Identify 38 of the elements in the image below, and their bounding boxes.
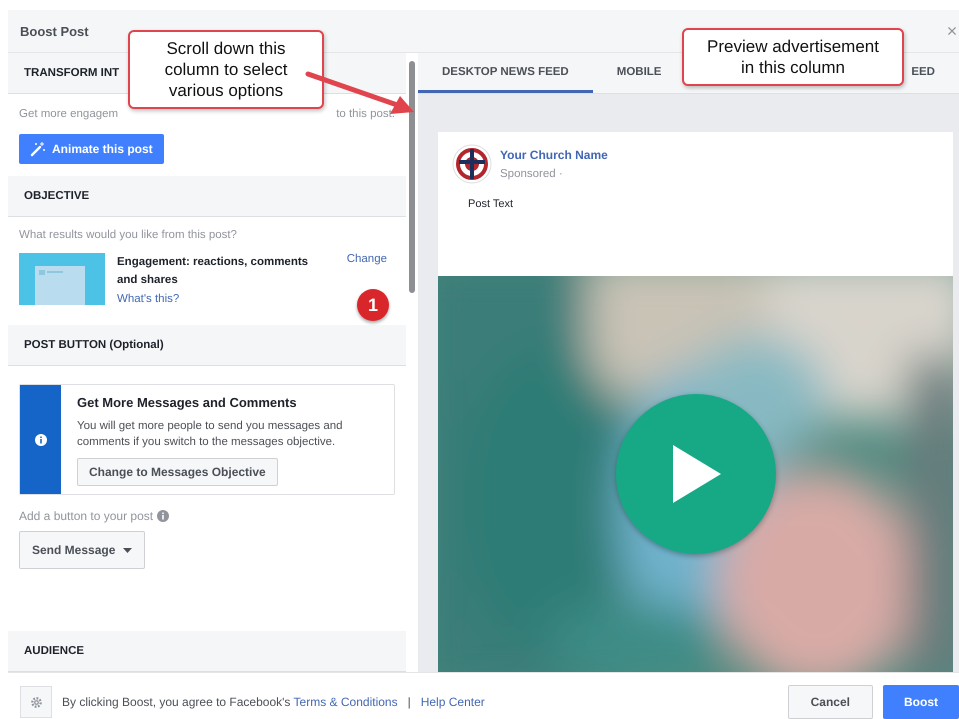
- section-heading: OBJECTIVE: [8, 176, 406, 217]
- section-heading: POST BUTTON (Optional): [8, 325, 406, 366]
- description-text: Get more engagem: [19, 108, 118, 120]
- cancel-button[interactable]: Cancel: [788, 685, 873, 719]
- help-link[interactable]: What's this?: [117, 293, 327, 305]
- separator-text: |: [408, 695, 411, 709]
- page-name-link[interactable]: Your Church Name: [500, 148, 608, 162]
- notice-text: You will get more people to send you messages and comments if you switch to the messages objective.: [77, 419, 344, 450]
- dialog-title: Boost Post: [20, 24, 89, 38]
- objective-thumbnail-icon: [19, 253, 105, 305]
- close-button[interactable]: ×: [945, 20, 959, 42]
- preview-tab[interactable]: EED: [911, 53, 959, 93]
- annotation-callout: Scroll down this column to select various options: [128, 30, 324, 109]
- change-link[interactable]: Change: [346, 253, 387, 265]
- info-icon: [157, 510, 170, 522]
- caret-icon: [123, 548, 132, 552]
- notice-title: Get More Messages and Comments: [77, 395, 298, 410]
- field-label: Add a button to your post: [19, 509, 154, 523]
- preview-tab[interactable]: DESKTOP NEWS FEED: [418, 53, 593, 93]
- magic-wand-icon: [30, 141, 46, 157]
- agreement-text: By clicking Boost, you agree to Facebook's Terms & Conditions: [62, 695, 398, 709]
- sponsored-label: Sponsored ·: [500, 168, 564, 180]
- description-text: to this post.: [336, 108, 395, 120]
- info-icon: [34, 434, 46, 446]
- change-objective-button[interactable]: Change to Messages Objective: [77, 458, 278, 486]
- boost-button[interactable]: Boost: [883, 685, 959, 719]
- post-text: Post Text: [467, 198, 514, 210]
- animate-button[interactable]: Animate this post: [19, 134, 164, 164]
- terms-link[interactable]: Terms & Conditions: [294, 695, 398, 709]
- question-text: What results would you like from this post?: [19, 229, 238, 241]
- annotation-callout: Preview advertisement in this column: [682, 28, 904, 86]
- settings-icon: [30, 696, 42, 708]
- help-center-link[interactable]: Help Center: [420, 695, 485, 709]
- section-heading: AUDIENCE: [8, 631, 406, 672]
- button-type-dropdown[interactable]: Send Message: [19, 531, 146, 569]
- settings-button[interactable]: [20, 686, 52, 718]
- objective-title: Engagement: reactions, comments and shares: [117, 255, 310, 288]
- church-logo-icon: [452, 144, 492, 184]
